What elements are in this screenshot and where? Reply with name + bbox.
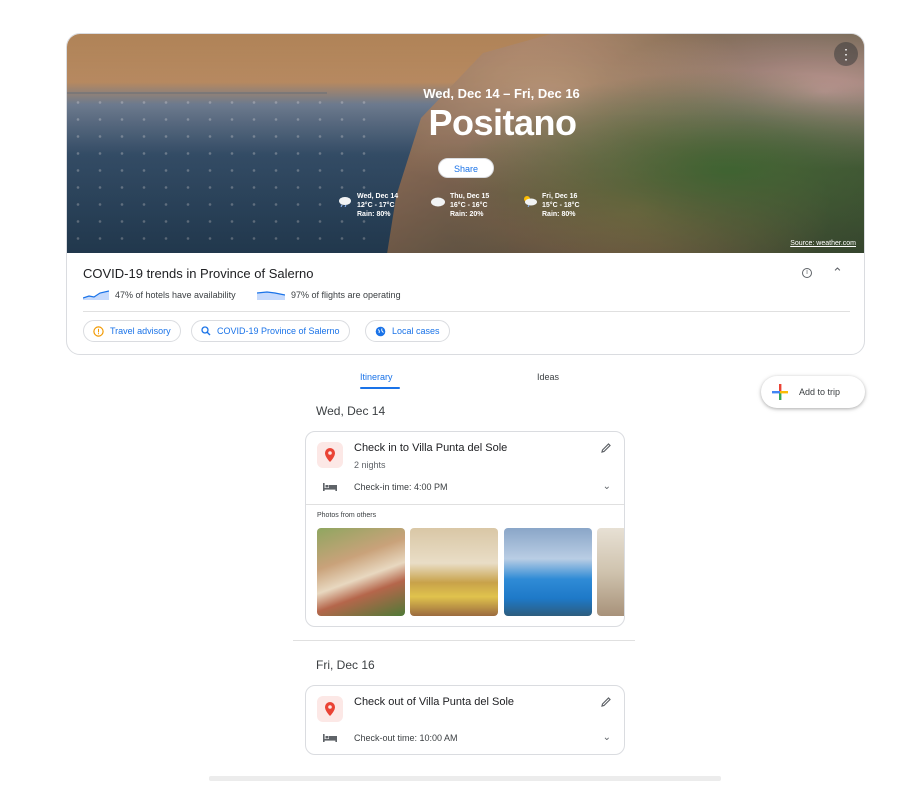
chevron-up-icon[interactable]: ⌃	[832, 265, 843, 281]
bed-icon	[323, 483, 337, 491]
more-vert-icon[interactable]: ⋮	[834, 42, 858, 66]
tab-ideas[interactable]: Ideas	[537, 372, 559, 382]
travel-advisory-chip[interactable]: Travel advisory	[83, 320, 181, 342]
weather-day: Thu, Dec 15 16°C - 16°C Rain: 20%	[430, 192, 489, 219]
add-to-trip-label: Add to trip	[799, 387, 841, 397]
trip-dates: Wed, Dec 14 – Fri, Dec 16	[423, 86, 580, 101]
photo-hotel-interior[interactable]	[597, 528, 624, 616]
weather-rain: Rain: 80%	[542, 211, 576, 218]
day-heading: Fri, Dec 16	[316, 658, 375, 672]
plus-icon	[772, 384, 788, 400]
weather-day-label: Wed, Dec 14	[357, 193, 399, 200]
chip-label: COVID-19 Province of Salerno	[217, 326, 340, 336]
horizontal-scrollbar[interactable]	[209, 776, 721, 781]
warning-circle-icon	[93, 325, 104, 337]
weather-temp: 15°C - 18°C	[542, 202, 580, 209]
flights-stat: 97% of flights are operating	[257, 290, 401, 300]
tab-itinerary[interactable]: Itinerary	[360, 372, 393, 382]
destination-card: ⋮ Wed, Dec 14 – Fri, Dec 16 Positano Sha…	[66, 33, 865, 355]
trend-chart-icon	[83, 290, 109, 300]
weather-day-label: Fri, Dec 16	[542, 193, 578, 200]
itinerary-item-checkin[interactable]: Check in to Villa Punta del Sole 2 night…	[305, 431, 625, 627]
item-title: Check in to Villa Punta del Sole	[354, 442, 508, 454]
destination-title: Positano	[428, 102, 577, 143]
tab-active-indicator	[360, 387, 400, 389]
photo-hotel-exterior[interactable]	[317, 528, 405, 616]
weather-rain: Rain: 80%	[357, 211, 391, 218]
hotels-stat: 47% of hotels have availability	[83, 290, 236, 300]
cloud-icon	[431, 197, 445, 207]
weather-temp: 16°C - 16°C	[450, 202, 488, 209]
local-cases-chip[interactable]: Local cases	[365, 320, 450, 342]
hotels-stat-text: 47% of hotels have availability	[115, 290, 236, 300]
covid-title: COVID-19 trends in Province of Salerno	[83, 266, 314, 281]
info-icon[interactable]: i	[802, 268, 812, 278]
destination-hero-image: ⋮ Wed, Dec 14 – Fri, Dec 16 Positano Sha…	[67, 34, 864, 253]
globe-icon	[375, 326, 386, 336]
share-button[interactable]: Share	[438, 158, 494, 178]
bed-icon	[323, 734, 337, 742]
weather-day: Fri, Dec 16 15°C - 18°C Rain: 80%	[522, 192, 580, 219]
sun-cloud-rain-icon	[524, 196, 537, 207]
checkin-time: Check-in time: 4:00 PM	[354, 482, 448, 492]
weather-temp: 12°C - 17°C	[357, 202, 395, 209]
edit-icon[interactable]	[600, 696, 612, 708]
edit-icon[interactable]	[600, 442, 612, 454]
search-icon	[201, 326, 211, 336]
chip-label: Travel advisory	[110, 326, 171, 336]
chip-label: Local cases	[392, 326, 440, 336]
weather-source-link[interactable]: Source: weather.com	[790, 240, 856, 247]
chevron-down-icon[interactable]: ⌄	[603, 481, 611, 492]
weather-day: Wed, Dec 14 12°C - 17°C Rain: 80%	[337, 192, 398, 219]
photo-hotel-pool[interactable]	[504, 528, 592, 616]
rain-cloud-icon	[339, 197, 351, 207]
add-to-trip-button[interactable]: Add to trip	[761, 376, 865, 408]
location-pin-icon	[325, 448, 335, 462]
covid-search-chip[interactable]: COVID-19 Province of Salerno	[191, 320, 350, 342]
flights-stat-text: 97% of flights are operating	[291, 290, 401, 300]
day-heading: Wed, Dec 14	[316, 404, 386, 418]
checkout-time: Check-out time: 10:00 AM	[354, 733, 458, 743]
trend-chart-icon	[257, 291, 285, 300]
chevron-down-icon[interactable]: ⌄	[603, 732, 611, 743]
photo-hotel-bedroom[interactable]	[410, 528, 498, 616]
weather-day-label: Thu, Dec 15	[450, 193, 490, 200]
itinerary-item-checkout[interactable]: Check out of Villa Punta del Sole Check-…	[305, 685, 625, 755]
item-subtitle: 2 nights	[354, 460, 386, 470]
photos-label: Photos from others	[317, 512, 377, 519]
item-title: Check out of Villa Punta del Sole	[354, 696, 515, 708]
weather-rain: Rain: 20%	[450, 211, 484, 218]
location-pin-icon	[325, 702, 335, 716]
